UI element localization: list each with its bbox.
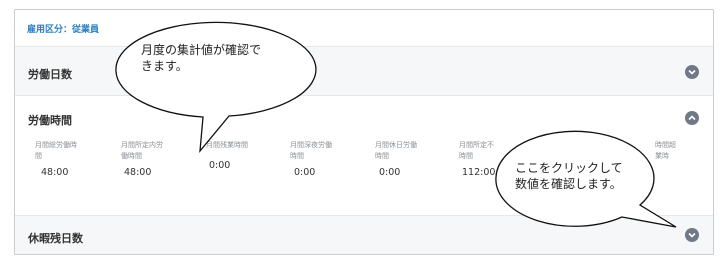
callout-text-right: ここをクリックして 数値を確認します。 (515, 161, 623, 191)
callout-text-top: 月度の集計値が確認で きます。 (141, 43, 262, 73)
callout-bubbles (115, 21, 677, 228)
